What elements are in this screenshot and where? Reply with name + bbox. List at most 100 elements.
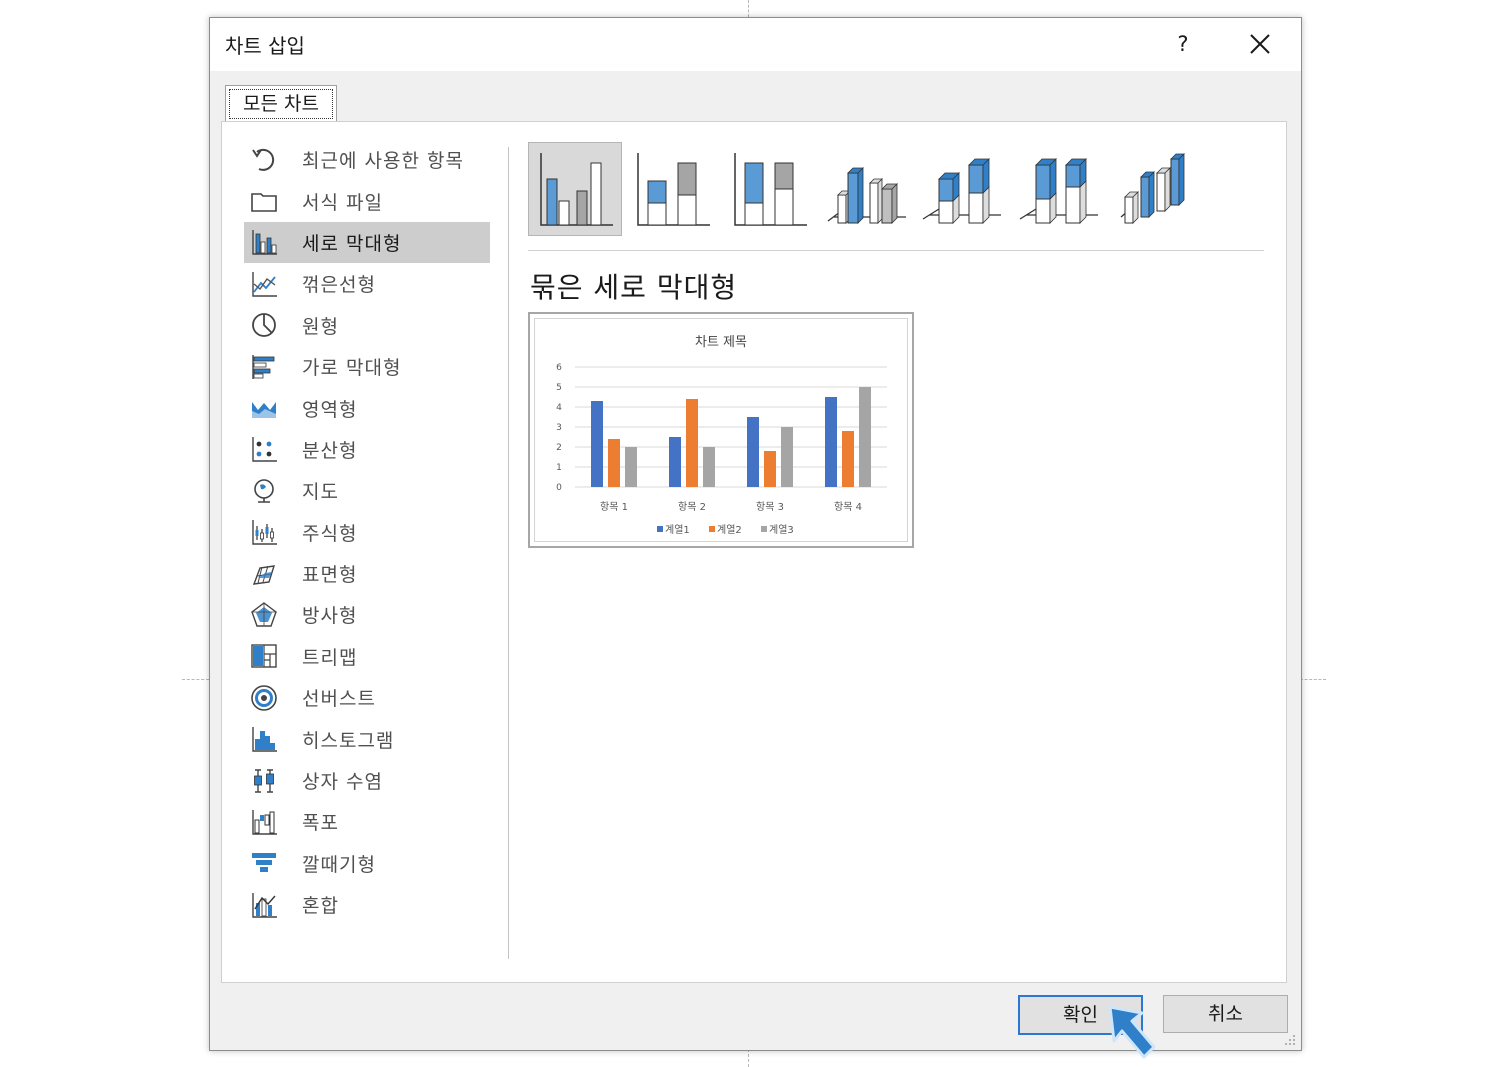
subtype-3d-column[interactable] xyxy=(1110,142,1204,236)
category-label: 지도 xyxy=(302,481,339,504)
chart-category-list: 최근에 사용한 항목 서식 파일 세로 막대형 꺾은선형 원형 가로 막대형 영… xyxy=(244,139,490,925)
guide-line-left xyxy=(182,679,209,680)
3d-100-stacked-column-icon xyxy=(1019,158,1098,224)
funnel-chart-icon xyxy=(248,847,280,879)
stock-chart-icon xyxy=(248,516,280,548)
treemap-chart-icon xyxy=(248,640,280,672)
legend-swatch xyxy=(657,526,663,532)
bar-2-3 xyxy=(764,451,776,487)
bar-1-1 xyxy=(591,401,603,487)
category-label: 세로 막대형 xyxy=(302,232,402,255)
bar-2-4 xyxy=(842,431,854,487)
dialog-titlebar[interactable]: 차트 삽입 ? xyxy=(210,18,1301,71)
chart-preview-svg: 차트 제목 0 1 2 3 4 5 6 항목 1 항목 2 항목 3 항목 4 계열1 계열2 계열3 xyxy=(556,335,887,536)
category-item-funnel[interactable]: 깔때기형 xyxy=(244,843,490,884)
pointer-cursor-icon xyxy=(1108,1005,1156,1059)
category-label: 폭포 xyxy=(302,812,339,835)
guide-line-right xyxy=(1300,679,1326,680)
legend-label: 계열1 xyxy=(665,524,690,536)
subtype-3d-stacked-column[interactable] xyxy=(916,142,1010,236)
category-item-bar[interactable]: 가로 막대형 xyxy=(244,346,490,387)
selected-subtype-name: 묶은 세로 막대형 xyxy=(530,271,738,304)
chart-preview[interactable]: 차트 제목 0 1 2 3 4 5 6 항목 1 항목 2 항목 3 항목 4 계열1 계열2 계열3 xyxy=(528,312,914,548)
category-label: 히스토그램 xyxy=(302,729,395,752)
category-label: 주식형 xyxy=(302,522,358,545)
y-tick-label: 6 xyxy=(556,363,562,373)
subtype-3d-clustered-column[interactable] xyxy=(819,142,913,236)
category-item-area[interactable]: 영역형 xyxy=(244,387,490,428)
category-item-column[interactable]: 세로 막대형 xyxy=(244,221,490,264)
histogram-chart-icon xyxy=(248,723,280,755)
bar-3-4 xyxy=(859,387,871,487)
category-label: 혼합 xyxy=(302,895,339,918)
recent-icon xyxy=(248,144,280,176)
resize-grip-icon[interactable] xyxy=(1282,1032,1296,1046)
dialog-title: 차트 삽입 xyxy=(225,34,305,58)
subtype-clustered-column[interactable] xyxy=(528,142,622,236)
area-chart-icon xyxy=(248,392,280,424)
y-tick-label: 2 xyxy=(556,443,562,453)
list-splitter xyxy=(508,147,509,959)
3d-clustered-column-icon xyxy=(827,167,906,224)
category-item-surface[interactable]: 표면형 xyxy=(244,553,490,594)
category-item-recent[interactable]: 최근에 사용한 항목 xyxy=(244,139,490,180)
x-tick-label: 항목 3 xyxy=(756,501,784,513)
category-item-line[interactable]: 꺾은선형 xyxy=(244,263,490,304)
100-stacked-column-icon xyxy=(734,153,807,226)
category-item-box-whisker[interactable]: 상자 수염 xyxy=(244,760,490,801)
radar-chart-icon xyxy=(248,599,280,631)
chart-title: 차트 제목 xyxy=(695,335,747,350)
category-label: 선버스트 xyxy=(302,688,376,711)
bar-1-2 xyxy=(669,437,681,487)
bar-3-2 xyxy=(703,447,715,487)
category-item-map[interactable]: 지도 xyxy=(244,470,490,511)
subtype-100-stacked-column[interactable] xyxy=(722,142,816,236)
y-tick-label: 5 xyxy=(556,383,562,393)
chart-preview-inner: 차트 제목 0 1 2 3 4 5 6 항목 1 항목 2 항목 3 항목 4 계열1 계열2 계열3 xyxy=(534,318,908,542)
category-item-treemap[interactable]: 트리맵 xyxy=(244,636,490,677)
guide-line-bottom xyxy=(748,1049,749,1067)
category-item-radar[interactable]: 방사형 xyxy=(244,594,490,635)
legend-swatch xyxy=(761,526,767,532)
template-folder-icon xyxy=(248,185,280,217)
category-item-stock[interactable]: 주식형 xyxy=(244,512,490,553)
category-label: 최근에 사용한 항목 xyxy=(302,150,464,173)
combo-chart-icon xyxy=(248,889,280,921)
legend-label: 계열2 xyxy=(717,524,742,536)
surface-chart-icon xyxy=(248,558,280,590)
y-tick-label: 3 xyxy=(556,423,562,433)
bar-1-4 xyxy=(825,397,837,487)
category-item-templates[interactable]: 서식 파일 xyxy=(244,180,490,221)
bar-chart-icon xyxy=(248,351,280,383)
category-item-sunburst[interactable]: 선버스트 xyxy=(244,677,490,718)
category-item-histogram[interactable]: 히스토그램 xyxy=(244,718,490,759)
3d-stacked-column-icon xyxy=(922,158,1001,224)
category-label: 방사형 xyxy=(302,605,358,628)
category-item-combo[interactable]: 혼합 xyxy=(244,884,490,925)
sunburst-chart-icon xyxy=(248,682,280,714)
category-item-scatter[interactable]: 분산형 xyxy=(244,429,490,470)
legend-swatch xyxy=(709,526,715,532)
category-label: 영역형 xyxy=(302,398,358,421)
waterfall-chart-icon xyxy=(248,806,280,838)
tab-all-charts-label: 모든 차트 xyxy=(229,89,333,119)
category-label: 꺾은선형 xyxy=(302,274,376,297)
pie-chart-icon xyxy=(248,309,280,341)
3d-column-icon xyxy=(1120,153,1185,224)
box-whisker-chart-icon xyxy=(248,765,280,797)
category-label: 분산형 xyxy=(302,439,358,462)
subtype-3d-100-stacked-column[interactable] xyxy=(1013,142,1107,236)
cancel-button[interactable]: 취소 xyxy=(1163,995,1288,1033)
bar-1-3 xyxy=(747,417,759,487)
category-label: 상자 수염 xyxy=(302,771,383,794)
close-icon xyxy=(1250,34,1270,54)
subtype-stacked-column[interactable] xyxy=(625,142,719,236)
help-button[interactable]: ? xyxy=(1168,26,1198,62)
close-button[interactable] xyxy=(1240,26,1280,62)
category-item-pie[interactable]: 원형 xyxy=(244,305,490,346)
tab-all-charts[interactable]: 모든 차트 xyxy=(225,85,337,122)
category-item-waterfall[interactable]: 폭포 xyxy=(244,801,490,842)
bar-3-1 xyxy=(625,447,637,487)
chart-subtype-gallery xyxy=(528,142,1268,240)
y-tick-label: 1 xyxy=(556,463,562,473)
